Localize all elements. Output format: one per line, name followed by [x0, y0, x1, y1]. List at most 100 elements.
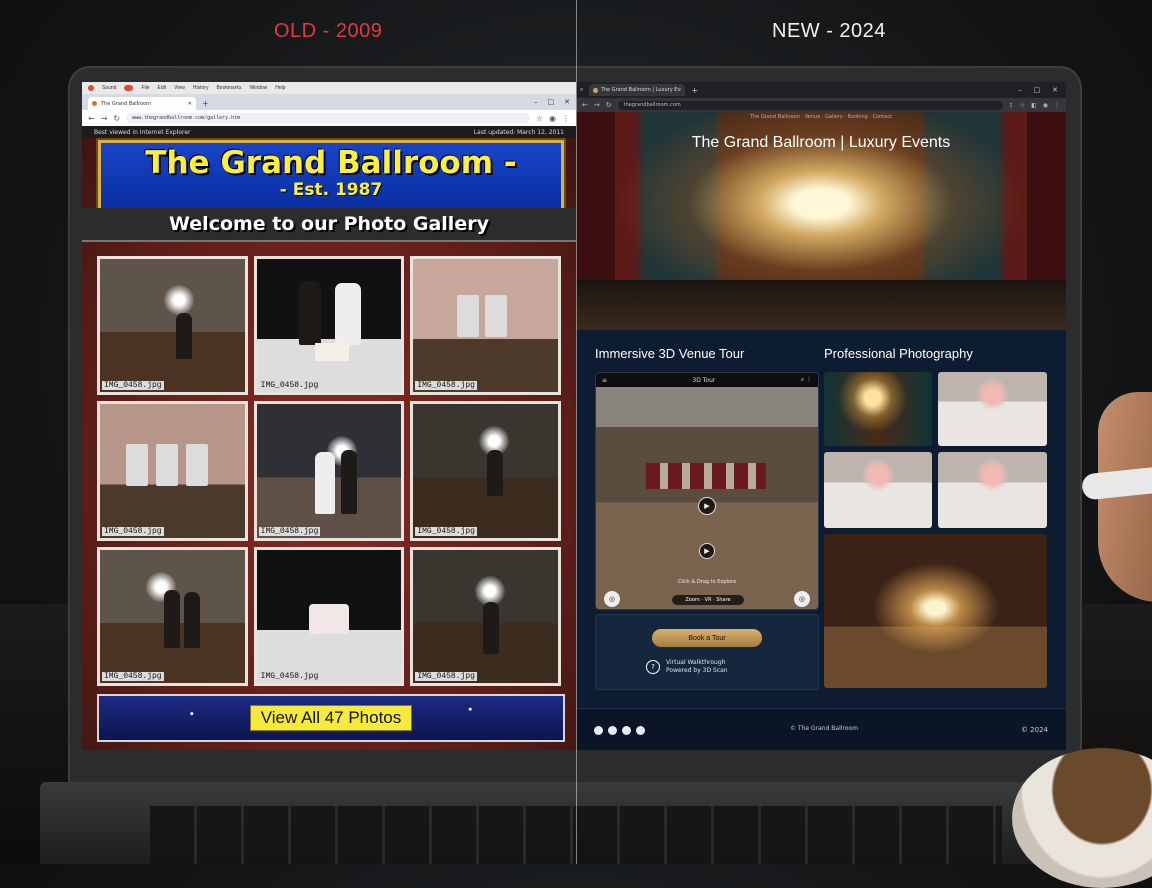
reload-icon[interactable]: ↻: [606, 101, 612, 109]
gallery-photo[interactable]: IMG_0458.jpg: [97, 256, 248, 396]
photo-chandelier[interactable]: [824, 372, 932, 446]
menu-item[interactable]: Help: [275, 85, 285, 91]
new-address-row: ← → ↻ thegrandballroom.com ⇪ ☆ ◧ ◉ ⋮: [576, 98, 1066, 112]
folding-chair: [457, 295, 480, 337]
old-welcome-heading: Welcome to our Photo Gallery: [169, 213, 489, 235]
laptop-screen: Sound File Edit View History Bookmarks W…: [82, 82, 1066, 750]
photo-ballroom-hall[interactable]: [824, 534, 1047, 688]
tour-tools-icons[interactable]: ⌕ ⋮: [801, 376, 812, 384]
hero-image: The Grand Ballroom · Venue · Gallery · B…: [576, 112, 1066, 330]
old-address-bar[interactable]: www.thegrandballroom.com/gallery.htm: [126, 113, 530, 123]
extension-icon[interactable]: ◧: [1031, 102, 1037, 109]
new-browser-tab[interactable]: The Grand Ballroom | Luxury Events: [589, 84, 686, 96]
gallery-photo[interactable]: IMG_0458.jpg: [97, 546, 248, 686]
play-icon[interactable]: ▶: [698, 497, 716, 515]
bride-figure: [334, 283, 361, 345]
new-tab-icon[interactable]: +: [691, 86, 698, 95]
back-icon[interactable]: ←: [582, 101, 588, 109]
hamburger-icon[interactable]: ≡: [602, 377, 607, 384]
close-window-icon[interactable]: ✕: [564, 98, 570, 106]
footer-copyright: © The Grand Ballroom: [790, 725, 858, 732]
old-browser-tabbar: The Grand Ballroom ✕ + – □ ✕: [82, 94, 576, 110]
maximize-icon[interactable]: □: [548, 98, 555, 106]
back-icon[interactable]: ←: [88, 114, 95, 123]
menu-item[interactable]: Sound: [102, 85, 116, 91]
site-top-nav[interactable]: The Grand Ballroom · Venue · Gallery · B…: [576, 114, 1066, 120]
tab-search-icon[interactable]: ⌕: [580, 86, 583, 94]
reload-icon[interactable]: ↻: [113, 114, 120, 123]
minimize-icon[interactable]: –: [534, 98, 538, 106]
close-icon[interactable]: ✕: [188, 101, 192, 107]
gallery-photo[interactable]: IMG_0458.jpg: [253, 256, 405, 396]
gallery-photo[interactable]: IMG_0458.jpg: [253, 546, 405, 686]
new-address-bar[interactable]: thegrandballroom.com: [617, 100, 1003, 110]
menu-item[interactable]: File: [141, 85, 149, 91]
tour-viewport[interactable]: ▶ ▶ Click & Drag to Explore Zoom · VR · …: [596, 387, 818, 609]
old-banner: The Grand Ballroom - - Est. 1987: [98, 140, 564, 212]
ballroom-floor: [576, 280, 1066, 330]
gallery-photo[interactable]: IMG_0458.jpg: [97, 401, 248, 541]
instagram-icon[interactable]: [608, 725, 617, 735]
old-welcome-bar: Welcome to our Photo Gallery: [82, 208, 576, 242]
folding-chair: [186, 444, 208, 487]
vr-icon[interactable]: ◎: [604, 591, 620, 607]
footer-year: © 2024: [1020, 726, 1048, 734]
gallery-photo[interactable]: IMG_0458.jpg: [410, 256, 561, 396]
last-updated: Last updated: March 12, 2011: [473, 128, 564, 136]
profile-icon[interactable]: ◉: [1043, 102, 1048, 109]
social-links: [594, 725, 645, 735]
groom-figure: [340, 450, 357, 515]
hotspot-icon[interactable]: ▶: [699, 543, 715, 559]
photo-table-setting[interactable]: [938, 372, 1047, 446]
book-tour-button[interactable]: Book a Tour: [652, 629, 762, 647]
maximize-icon[interactable]: □: [1034, 86, 1041, 94]
tour-toolbar: ≡ 3D Tour ⌕ ⋮: [596, 373, 818, 387]
window-controls: – □ ✕: [1018, 86, 1066, 94]
comparison-divider: [576, 0, 577, 864]
facebook-icon[interactable]: [594, 725, 603, 735]
new-era-label: NEW - 2024: [772, 20, 886, 42]
close-window-icon[interactable]: ✕: [1052, 86, 1058, 94]
view-all-photos-button[interactable]: View All 47 Photos: [249, 705, 413, 731]
camera-flash: [164, 285, 194, 315]
minimize-icon[interactable]: –: [1018, 86, 1022, 94]
menu-item[interactable]: View: [174, 85, 185, 91]
virtual-tour-viewer[interactable]: ≡ 3D Tour ⌕ ⋮ ▶ ▶ Click & Drag to Explor…: [595, 372, 819, 610]
photo-table-setting[interactable]: [938, 452, 1047, 528]
menu-item[interactable]: History: [193, 85, 209, 91]
old-top-strip: Best viewed in Internet Explorer Last up…: [82, 126, 576, 138]
gallery-photo[interactable]: IMG_0458.jpg: [410, 401, 561, 541]
photo-caption: IMG_0458.jpg: [415, 381, 477, 391]
old-banner-title: The Grand Ballroom -: [145, 145, 517, 181]
tour-header: 3D Tour: [692, 376, 716, 384]
apple-icon: [88, 85, 94, 91]
gallery-photo[interactable]: IMG_0458.jpg: [253, 401, 405, 541]
forward-icon[interactable]: →: [101, 114, 108, 123]
bookmark-icon[interactable]: ☆: [1020, 102, 1025, 109]
gallery-photo[interactable]: IMG_0458.jpg: [410, 546, 561, 686]
photo-caption: IMG_0458.jpg: [258, 381, 321, 391]
menu-item[interactable]: Window: [249, 85, 267, 91]
old-browser-tab[interactable]: The Grand Ballroom ✕: [88, 97, 196, 110]
wedding-cake: [314, 343, 349, 361]
menu-icon[interactable]: ⋮: [562, 114, 570, 123]
old-page-body: Best viewed in Internet Explorer Last up…: [82, 126, 576, 750]
photo-table-setting[interactable]: [824, 452, 932, 528]
fullscreen-icon[interactable]: ◎: [794, 591, 810, 607]
extension-icon[interactable]: ◉: [549, 114, 556, 123]
favicon-icon: [593, 87, 598, 93]
flag-icon: [124, 85, 134, 91]
tab-title: The Grand Ballroom: [101, 100, 152, 107]
menu-item[interactable]: Bookmarks: [216, 85, 241, 91]
youtube-icon[interactable]: [622, 725, 631, 735]
pinterest-icon[interactable]: [636, 725, 645, 735]
share-icon[interactable]: ⇪: [1009, 102, 1014, 109]
tour-controls[interactable]: Zoom · VR · Share: [672, 595, 744, 605]
menu-icon[interactable]: ⋮: [1054, 102, 1060, 109]
star-icon[interactable]: ☆: [536, 114, 543, 123]
forward-icon[interactable]: →: [594, 101, 600, 109]
menu-item[interactable]: Edit: [158, 85, 167, 91]
old-banner-subtitle: - Est. 1987: [279, 180, 383, 200]
new-tab-icon[interactable]: +: [202, 99, 209, 108]
person-figure: [483, 601, 500, 654]
